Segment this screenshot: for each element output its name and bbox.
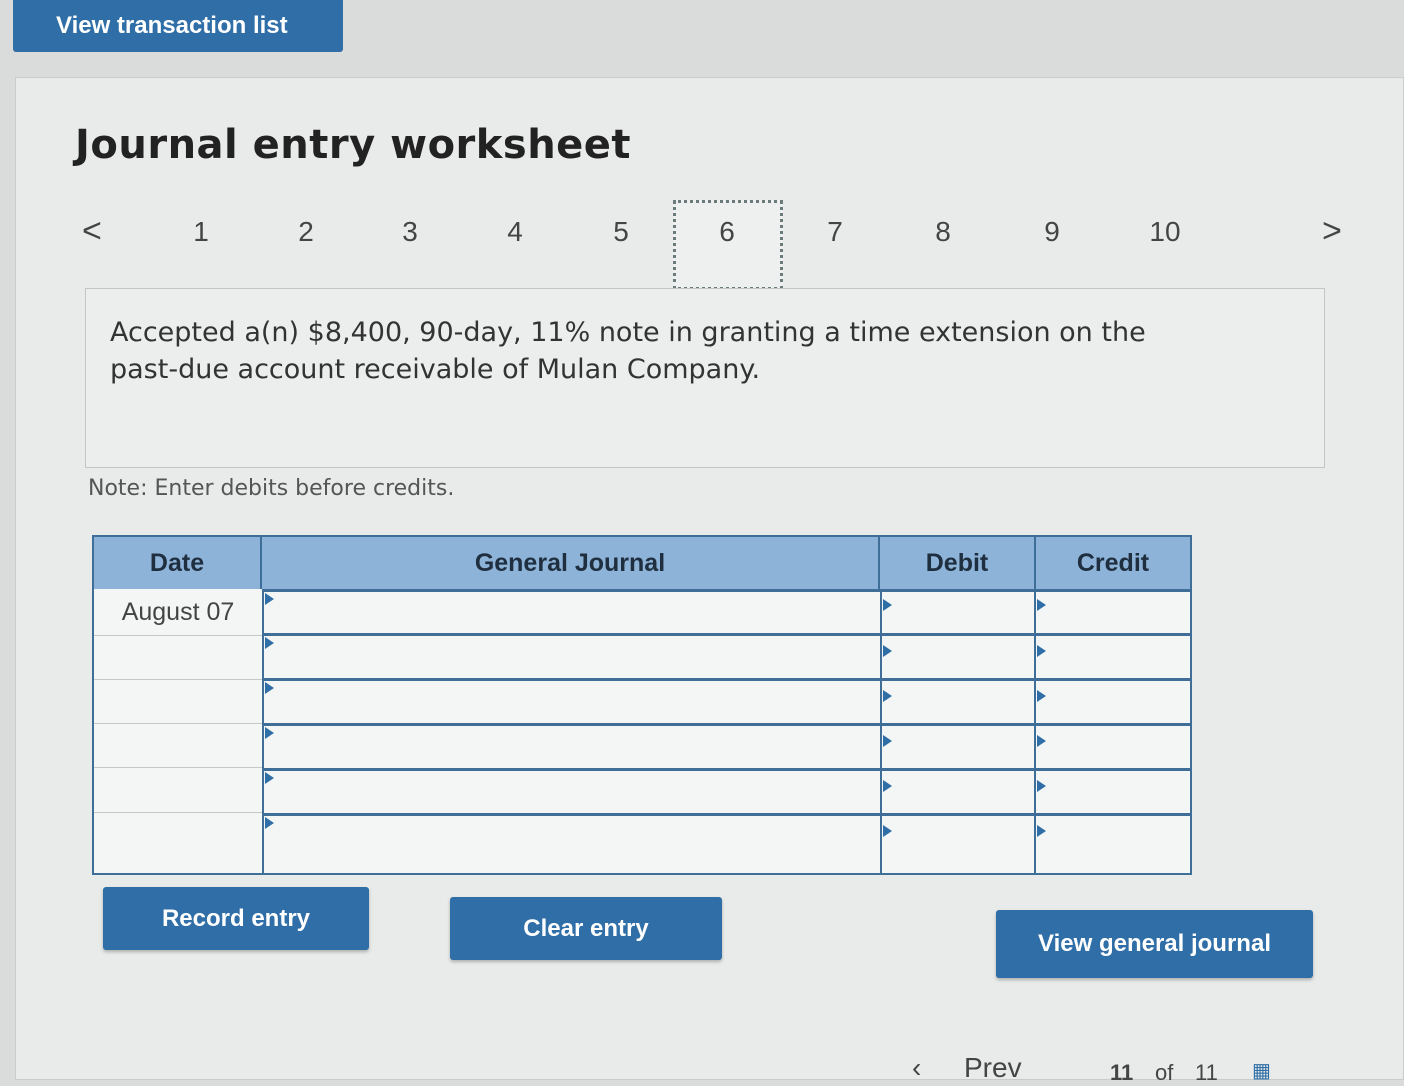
header-credit: Credit [1036,537,1190,589]
row-divider [262,768,1190,771]
journal-table: Date General Journal Debit Credit August… [92,535,1192,875]
prev-button[interactable]: Prev [964,1052,1022,1084]
header-general-journal: General Journal [262,537,880,589]
column-divider [1034,589,1036,875]
pager-item-1[interactable]: 1 [186,216,216,248]
date-divider [94,679,262,680]
cell-marker-icon [883,735,892,747]
cell-marker-icon [883,645,892,657]
cell-marker-icon [265,637,274,649]
pager-item-7[interactable]: 7 [820,216,850,248]
row-divider [262,678,1190,681]
cell-marker-icon [1037,825,1046,837]
cell-marker-icon [1037,645,1046,657]
row-divider [262,633,1190,636]
header-debit: Debit [880,537,1036,589]
pager-item-9[interactable]: 9 [1037,216,1067,248]
chevron-right-icon[interactable]: > [1322,212,1342,251]
pager-item-5[interactable]: 5 [606,216,636,248]
page-title: Journal entry worksheet [75,122,632,168]
column-divider [880,589,882,875]
pager-item-10[interactable]: 10 [1147,216,1183,248]
date-divider [94,767,262,768]
date-divider [94,635,262,636]
cell-marker-icon [1037,690,1046,702]
cell-marker-icon [883,825,892,837]
clear-entry-button[interactable]: Clear entry [450,897,722,960]
row-divider [262,723,1190,726]
header-date: Date [94,537,262,589]
cell-marker-icon [265,817,274,829]
cell-marker-icon [883,599,892,611]
date-divider [94,723,262,724]
page-current: 11 [1110,1060,1134,1085]
column-divider [262,589,264,875]
pager-item-6[interactable]: 6 [712,216,742,248]
chevron-left-icon[interactable]: ‹ [912,1052,921,1084]
view-transaction-list-button[interactable]: View transaction list [13,0,343,52]
page-total: 11 [1195,1060,1218,1085]
cell-marker-icon [883,780,892,792]
cell-marker-icon [1037,599,1046,611]
cell-marker-icon [265,727,274,739]
row-divider [262,813,1190,816]
row-divider [262,589,1190,592]
page-of: of [1155,1060,1174,1085]
date-divider [94,812,262,813]
chevron-left-icon[interactable]: < [82,212,102,251]
grid-menu-icon[interactable]: ▦ [1252,1058,1271,1083]
pager-item-8[interactable]: 8 [928,216,958,248]
pager-item-2[interactable]: 2 [291,216,321,248]
cell-marker-icon [1037,780,1046,792]
cell-marker-icon [265,682,274,694]
date-cell[interactable]: August 07 [94,589,262,635]
pager-item-4[interactable]: 4 [500,216,530,248]
pager-item-3[interactable]: 3 [395,216,425,248]
cell-marker-icon [883,690,892,702]
cell-marker-icon [1037,735,1046,747]
view-general-journal-button[interactable]: View general journal [996,910,1313,978]
transaction-description: Accepted a(n) $8,400, 90-day, 11% note i… [110,317,1146,385]
record-entry-button[interactable]: Record entry [103,887,369,950]
entry-note: Note: Enter debits before credits. [88,476,455,501]
cell-marker-icon [265,593,274,605]
cell-marker-icon [265,772,274,784]
entry-pager: < 1 2 3 4 5 6 7 8 9 10 > [0,200,1404,290]
